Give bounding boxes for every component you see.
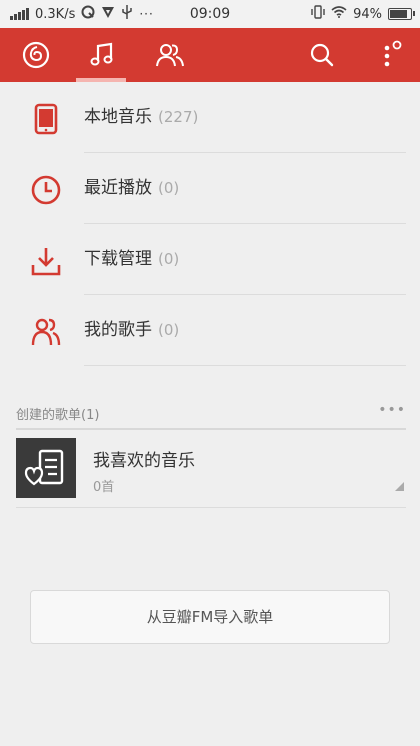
friends-icon <box>156 44 184 67</box>
nav-item-label: 最近播放 <box>84 178 152 198</box>
playlist-name: 我喜欢的音乐 <box>93 451 195 471</box>
music-note-icon <box>90 42 113 66</box>
battery-percent: 94% <box>353 6 382 22</box>
more-button[interactable] <box>368 28 412 82</box>
battery-icon <box>388 8 415 20</box>
divider <box>84 365 406 366</box>
wifi-icon <box>331 6 347 22</box>
tab-discover[interactable] <box>14 28 58 82</box>
tab-friends[interactable] <box>148 28 192 82</box>
vibrate-icon <box>311 5 325 23</box>
playlist-more-icon[interactable]: ••• <box>378 402 406 418</box>
liked-playlist-icon <box>16 438 76 498</box>
download-icon <box>31 248 61 276</box>
nav-item-count: (0) <box>158 321 180 339</box>
tablet-icon <box>34 103 58 135</box>
nav-item-label: 本地音乐 <box>84 107 152 127</box>
netease-logo-icon <box>22 41 50 69</box>
section-divider <box>16 428 406 430</box>
playlist-cover <box>16 438 76 498</box>
singers-icon <box>31 318 61 346</box>
nav-item-label: 下载管理 <box>84 249 152 269</box>
search-button[interactable] <box>300 28 344 82</box>
corner-triangle-icon <box>395 482 404 491</box>
import-douban-button[interactable]: 从豆瓣FM导入歌单 <box>30 590 390 644</box>
status-bar: 0.3K/s ··· 09:09 94% <box>0 0 420 28</box>
section-title: 创建的歌单(1) <box>16 408 100 423</box>
title-bar <box>0 28 420 82</box>
more-vertical-icon <box>384 40 402 67</box>
playlist-item-liked[interactable]: 我喜欢的音乐 0首 <box>16 436 406 506</box>
divider <box>16 507 406 508</box>
search-icon <box>310 43 334 67</box>
my-music-list: 本地音乐 (227) 最近播放 (0) 下载管理 (0) 我的歌手 (0) <box>0 82 420 366</box>
created-playlists-header: 创建的歌单(1) ••• <box>16 398 406 428</box>
tab-my-music[interactable] <box>80 28 124 82</box>
nav-item-count: (0) <box>158 179 180 197</box>
nav-item-count: (227) <box>158 108 199 126</box>
nav-item-my-singers[interactable]: 我的歌手 (0) <box>0 295 420 366</box>
nav-item-count: (0) <box>158 250 180 268</box>
nav-item-local-music[interactable]: 本地音乐 (227) <box>0 82 420 153</box>
nav-item-recent-play[interactable]: 最近播放 (0) <box>0 153 420 224</box>
nav-item-label: 我的歌手 <box>84 320 152 340</box>
nav-item-downloads[interactable]: 下载管理 (0) <box>0 224 420 295</box>
clock-icon <box>31 175 61 205</box>
playlist-track-count: 0首 <box>93 480 115 495</box>
